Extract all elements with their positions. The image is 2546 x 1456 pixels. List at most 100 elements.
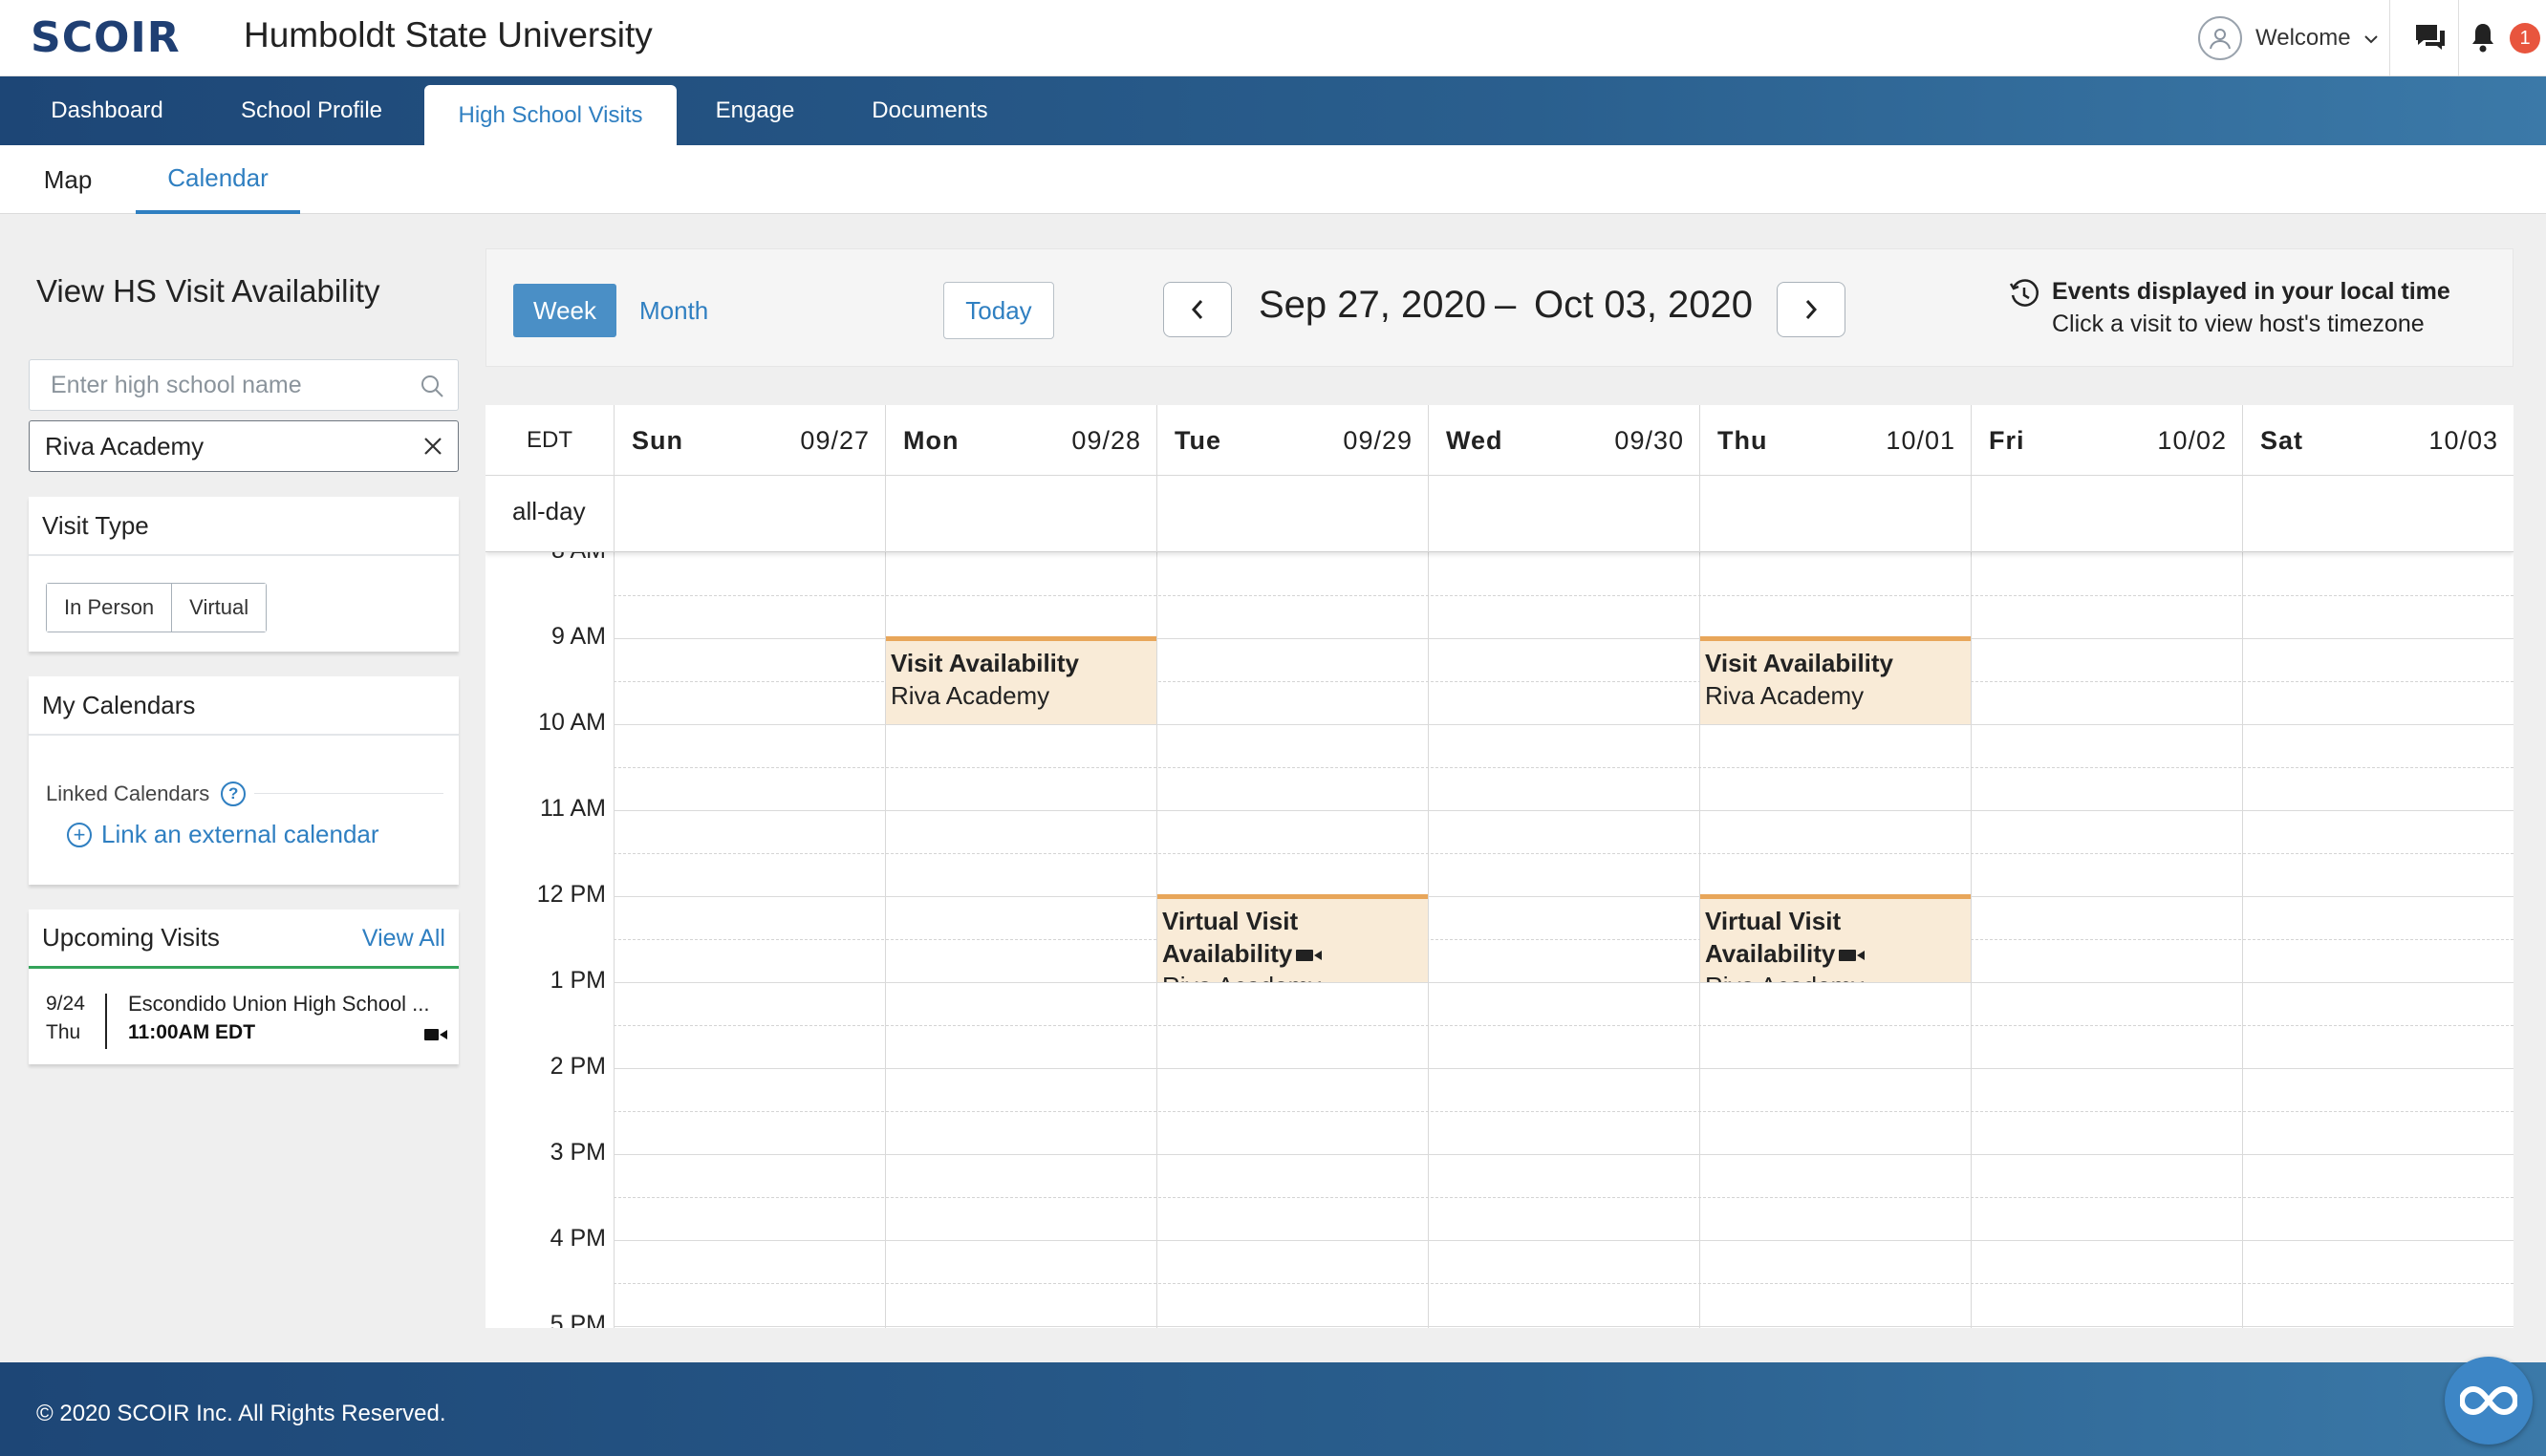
- day-date: 10/03: [2428, 426, 2498, 455]
- visit-date: 9/24 Thu: [46, 990, 85, 1047]
- top-bar: SCOIR Humboldt State University Welcome …: [0, 0, 2546, 76]
- today-button[interactable]: Today: [943, 282, 1054, 339]
- calendar-toolbar: Week Month Today Sep 27, 2020 – Oct 03, …: [485, 248, 2514, 367]
- avatar-icon: [2198, 16, 2242, 60]
- time-label: 4 PM: [550, 1225, 606, 1252]
- selected-school-filter[interactable]: Riva Academy: [29, 420, 459, 472]
- day-date: 10/01: [1886, 426, 1955, 455]
- month-view-button[interactable]: Month: [639, 284, 708, 337]
- half-hour-line: [614, 939, 2514, 940]
- day-name: Sun: [632, 426, 683, 455]
- clock-icon: [2009, 279, 2039, 307]
- link-external-calendar-link[interactable]: + Link an external calendar: [67, 820, 379, 849]
- week-view-button[interactable]: Week: [513, 284, 616, 337]
- header-divider: [2458, 0, 2459, 76]
- event-title-continued: Availability: [1162, 939, 1293, 968]
- timezone-title: Events displayed in your local time: [2052, 278, 2450, 305]
- day-name: Mon: [903, 426, 960, 455]
- time-label: 10 AM: [538, 709, 606, 736]
- calendar-event-virtual[interactable]: Virtual Visit Availability Riva Academy: [1700, 894, 1971, 982]
- footer: © 2020 SCOIR Inc. All Rights Reserved.: [0, 1362, 2546, 1456]
- visit-type-card: Visit Type In Person Virtual: [29, 497, 459, 652]
- help-icon[interactable]: ?: [221, 782, 247, 806]
- chevron-left-icon: [1191, 300, 1203, 319]
- day-date: 09/30: [1614, 426, 1684, 455]
- date-range-separator: –: [1495, 284, 1517, 326]
- timezone-label: EDT: [485, 405, 614, 476]
- nav-school-profile[interactable]: School Profile: [222, 76, 401, 145]
- event-subtitle: Riva Academy: [891, 681, 1050, 710]
- column-divider: [614, 552, 615, 1328]
- nav-engage[interactable]: Engage: [700, 76, 810, 145]
- bell-icon[interactable]: [2470, 21, 2496, 54]
- tab-calendar[interactable]: Calendar: [136, 145, 300, 214]
- add-circle-icon: +: [67, 822, 92, 847]
- close-icon[interactable]: [421, 435, 444, 458]
- divider: [254, 793, 443, 794]
- day-name: Tue: [1175, 426, 1221, 455]
- visit-type-toggle: In Person Virtual: [46, 583, 268, 632]
- all-day-cell[interactable]: [1428, 476, 1699, 552]
- event-subtitle: Riva Academy: [1705, 681, 1865, 710]
- half-hour-line: [614, 1025, 2514, 1026]
- search-icon[interactable]: [420, 374, 444, 398]
- visit-type-in-person-button[interactable]: In Person: [47, 584, 172, 632]
- event-title: Visit Availability: [891, 649, 1080, 677]
- link-external-calendar-label: Link an external calendar: [101, 820, 379, 848]
- video-camera-icon: [1839, 950, 1866, 962]
- visit-type-title: Visit Type: [29, 497, 459, 556]
- video-camera-icon: [1296, 950, 1323, 962]
- all-day-cell[interactable]: [885, 476, 1156, 552]
- hour-line: [614, 810, 2514, 811]
- day-name: Thu: [1717, 426, 1768, 455]
- hour-line: [614, 982, 2514, 983]
- chat-widget-button[interactable]: [2445, 1357, 2533, 1445]
- event-subtitle: Riva Academy: [1705, 970, 1971, 982]
- time-label: 9 AM: [551, 623, 606, 650]
- day-name: Wed: [1446, 426, 1503, 455]
- time-grid[interactable]: 8 AM 9 AM 10 AM 11 AM 12 PM 1 PM 2 PM 3 …: [485, 552, 2514, 1328]
- chevron-right-icon: [1805, 300, 1818, 319]
- infinity-icon: [2460, 1385, 2517, 1416]
- my-calendars-title: My Calendars: [29, 676, 459, 736]
- tab-map[interactable]: Map: [29, 145, 107, 214]
- video-camera-icon: [424, 1029, 447, 1040]
- school-search-input[interactable]: [30, 360, 393, 410]
- messages-icon[interactable]: [2414, 23, 2447, 52]
- nav-documents[interactable]: Documents: [854, 76, 1005, 145]
- date-range-start: Sep 27, 2020: [1259, 284, 1486, 326]
- calendar-event[interactable]: Visit Availability Riva Academy: [1700, 636, 1971, 724]
- all-day-cell[interactable]: [614, 476, 885, 552]
- view-all-link[interactable]: View All: [362, 925, 445, 953]
- main-nav: Dashboard School Profile High School Vis…: [0, 76, 2546, 145]
- all-day-cell[interactable]: [1971, 476, 2242, 552]
- visit-school-name: Escondido Union High School ...: [128, 992, 430, 1016]
- hour-line: [614, 1154, 2514, 1155]
- day-header-tue: Tue 09/29: [1156, 405, 1428, 476]
- column-divider: [1428, 552, 1429, 1328]
- sidebar-title: View HS Visit Availability: [36, 273, 380, 309]
- visit-date-weekday: Thu: [46, 1021, 81, 1043]
- sub-nav: Map Calendar: [0, 145, 2546, 214]
- user-menu[interactable]: Welcome: [2198, 16, 2378, 60]
- next-week-button[interactable]: [1777, 282, 1845, 337]
- upcoming-visit-item[interactable]: 9/24 Thu Escondido Union High School ...…: [46, 990, 447, 1053]
- day-date: 09/27: [800, 426, 870, 455]
- all-day-cell[interactable]: [1156, 476, 1428, 552]
- hour-line: [614, 1326, 2514, 1327]
- copyright-text: © 2020 SCOIR Inc. All Rights Reserved.: [36, 1401, 446, 1426]
- organization-name: Humboldt State University: [244, 15, 653, 54]
- visit-type-virtual-button[interactable]: Virtual: [171, 584, 267, 632]
- notification-badge[interactable]: 1: [2510, 23, 2540, 54]
- scoir-logo[interactable]: SCOIR: [31, 13, 181, 62]
- nav-dashboard[interactable]: Dashboard: [29, 76, 185, 145]
- calendar-event[interactable]: Visit Availability Riva Academy: [886, 636, 1156, 724]
- calendar-event-virtual[interactable]: Virtual Visit Availability Riva Academy: [1157, 894, 1428, 982]
- previous-week-button[interactable]: [1163, 282, 1232, 337]
- half-hour-line: [614, 595, 2514, 596]
- all-day-cell[interactable]: [2242, 476, 2514, 552]
- hour-line: [614, 1068, 2514, 1069]
- time-label: 2 PM: [550, 1053, 606, 1080]
- all-day-cell[interactable]: [1699, 476, 1971, 552]
- nav-high-school-visits[interactable]: High School Visits: [424, 85, 677, 145]
